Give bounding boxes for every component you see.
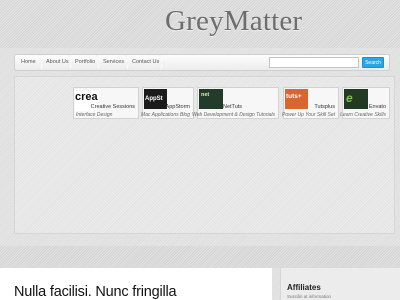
card-name: Creative Sessions	[90, 104, 135, 110]
search-input[interactable]	[269, 57, 359, 68]
main-nav: Home About Us Portfolio Services Contact…	[14, 54, 390, 71]
showcase-card-tutsplus[interactable]: tuts+ Tutsplus Power Up Your Skill Set	[282, 87, 339, 119]
card-name: NetTuts	[223, 104, 243, 110]
divider-band	[0, 246, 400, 268]
card-name: Tutsplus	[314, 104, 335, 110]
sidebar-title: Affiliates	[287, 283, 321, 292]
post-title[interactable]: Nulla facilisi. Nunc fringilla	[14, 284, 177, 300]
showcase-card-nettuts[interactable]: net NetTuts Web Development & Design Tut…	[192, 87, 279, 119]
nav-portfolio[interactable]: Portfolio	[75, 55, 95, 70]
card-tagline: Power Up Your Skill Set	[282, 112, 335, 118]
site-title[interactable]: GreyMatter	[165, 5, 302, 38]
sidebar-text: Suscilin at information	[287, 294, 332, 299]
tutsplus-logo: tuts+	[285, 89, 308, 109]
showcase-card-appstorm[interactable]: AppSt AppStorm Mac Applications Blog	[140, 87, 194, 119]
nav-separator	[39, 55, 45, 70]
card-tagline: Interface Design	[76, 112, 113, 118]
card-tagline: Mac Applications Blog	[140, 112, 190, 118]
nav-home[interactable]: Home	[21, 55, 36, 70]
card-tagline: Web Development & Design Tutorials	[192, 112, 275, 118]
site-header: GreyMatter	[0, 0, 400, 48]
nav-about-us[interactable]: About Us	[46, 55, 69, 70]
nav-services[interactable]: Services	[103, 55, 124, 70]
envato-logo: e	[344, 89, 368, 109]
nav-contact-us[interactable]: Contact Us	[132, 55, 159, 70]
nav-separator	[96, 55, 102, 70]
card-name: Envato	[368, 104, 386, 110]
showcase-card-creative-sessions[interactable]: crea Creative Sessions Interface Design	[73, 87, 139, 119]
nettuts-logo: net	[199, 89, 223, 109]
card-tagline: Learn Creative Skills	[340, 112, 386, 118]
nav-separator	[159, 55, 165, 70]
nav-separator	[125, 55, 131, 70]
search-button[interactable]: Search	[362, 57, 384, 68]
showcase-card-envato[interactable]: e Envato Learn Creative Skills	[340, 87, 390, 119]
appstorm-logo: AppSt	[144, 89, 167, 109]
card-name: AppStorm	[165, 104, 190, 110]
